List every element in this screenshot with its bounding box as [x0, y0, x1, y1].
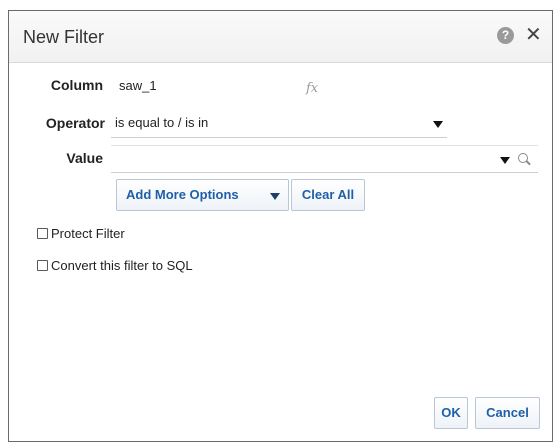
protect-filter-option[interactable]: Protect Filter — [37, 224, 125, 242]
operator-select[interactable]: is equal to / is in — [111, 110, 447, 138]
cancel-button[interactable]: Cancel — [475, 397, 540, 429]
protect-filter-checkbox[interactable] — [37, 227, 48, 239]
protect-filter-label: Protect Filter — [51, 225, 125, 241]
dialog-title: New Filter — [23, 27, 105, 47]
column-label: Column — [50, 77, 103, 93]
value-label: Value — [66, 150, 103, 166]
new-filter-dialog: New Filter ? ✕ Column saw_1 fx Operator … — [8, 10, 553, 442]
convert-sql-label: Convert this filter to SQL — [51, 257, 193, 273]
add-more-options-label: Add More Options — [126, 187, 239, 202]
add-more-options-button[interactable]: Add More Options — [116, 179, 289, 211]
dialog-titlebar: New Filter ? ✕ — [9, 11, 552, 63]
operator-label: Operator — [45, 115, 105, 131]
chevron-down-icon[interactable] — [500, 157, 510, 164]
clear-all-button[interactable]: Clear All — [291, 179, 365, 211]
fx-icon[interactable]: fx — [306, 81, 318, 96]
column-field[interactable]: saw_1 — [111, 73, 311, 99]
value-input[interactable] — [111, 145, 538, 173]
convert-sql-option[interactable]: Convert this filter to SQL — [37, 256, 193, 274]
convert-sql-checkbox[interactable] — [37, 259, 48, 271]
ok-button[interactable]: OK — [434, 397, 468, 429]
chevron-down-icon[interactable] — [433, 121, 443, 128]
operator-selected-value: is equal to / is in — [115, 115, 209, 130]
close-icon[interactable]: ✕ — [525, 23, 542, 47]
help-icon[interactable]: ? — [497, 27, 514, 44]
search-icon[interactable] — [518, 153, 528, 163]
chevron-down-icon — [270, 193, 280, 200]
